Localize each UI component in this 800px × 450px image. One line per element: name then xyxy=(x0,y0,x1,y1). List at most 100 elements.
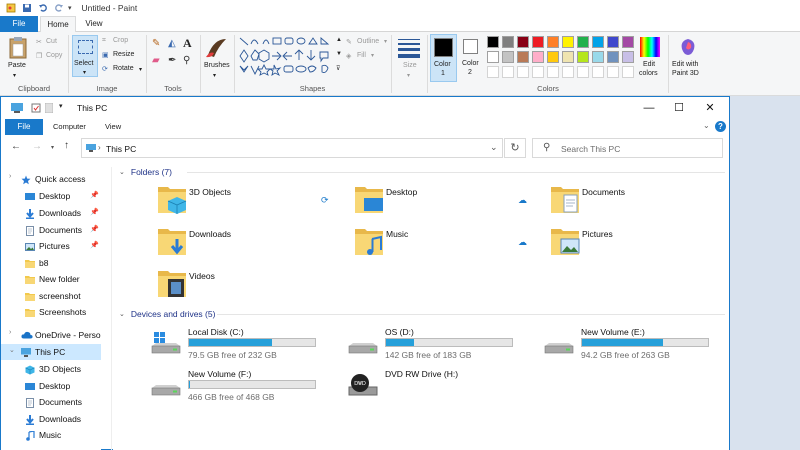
tab-file[interactable]: File xyxy=(5,119,43,135)
color-swatch[interactable] xyxy=(517,36,529,48)
resize-button[interactable]: Resize xyxy=(113,51,134,58)
new-folder-qat-icon[interactable] xyxy=(45,103,53,113)
folder-item[interactable]: Pictures xyxy=(550,225,730,261)
recent-locations-icon[interactable]: ▾ xyxy=(51,144,54,151)
nav-item[interactable]: screenshot xyxy=(1,288,101,304)
nav-item[interactable]: Quick access xyxy=(1,171,101,187)
edit-with-paint3d-button[interactable]: Edit with Paint 3D xyxy=(670,35,704,83)
folder-item[interactable]: Music xyxy=(354,225,534,261)
shapes-more-icon[interactable]: ⊽ xyxy=(336,65,340,72)
select-button[interactable]: Select ▾ xyxy=(72,35,98,77)
folder-item[interactable]: Desktop xyxy=(354,183,534,219)
copy-button[interactable]: Copy xyxy=(46,52,62,59)
undo-icon[interactable] xyxy=(38,3,48,13)
drive-item[interactable]: DVD DVD RW Drive (H:) xyxy=(346,367,536,407)
pencil-icon[interactable]: ✎ xyxy=(152,38,160,49)
expand-chevron-icon[interactable]: › xyxy=(9,329,11,336)
fill-dropdown-icon[interactable]: ▾ xyxy=(371,52,374,59)
paint-tab-home[interactable]: Home xyxy=(40,16,76,32)
outline-button[interactable]: Outline xyxy=(357,38,379,45)
folder-item[interactable]: Videos xyxy=(157,267,337,303)
crop-button[interactable]: Crop xyxy=(113,37,128,44)
size-icon[interactable] xyxy=(398,37,420,59)
color-swatch[interactable] xyxy=(622,51,634,63)
minimize-button[interactable]: — xyxy=(635,99,663,117)
nav-item[interactable]: Screenshots xyxy=(1,304,101,320)
nav-item[interactable]: 3D Objects xyxy=(1,361,101,377)
brushes-dropdown-icon[interactable]: ▾ xyxy=(213,72,216,79)
color-swatch[interactable] xyxy=(592,51,604,63)
custom-color-slot[interactable] xyxy=(622,66,634,78)
size-dropdown-icon[interactable]: ▾ xyxy=(407,72,410,79)
custom-color-slot[interactable] xyxy=(487,66,499,78)
folder-item[interactable]: Documents xyxy=(550,183,730,219)
color-swatch[interactable] xyxy=(502,51,514,63)
tab-computer[interactable]: Computer xyxy=(53,119,86,135)
save-icon[interactable] xyxy=(22,3,32,13)
color-swatch[interactable] xyxy=(517,51,529,63)
shapes-scroll-down-icon[interactable]: ▼ xyxy=(336,51,342,57)
expand-chevron-icon[interactable]: ⌄ xyxy=(9,346,15,354)
nav-item[interactable]: b8 xyxy=(1,255,101,271)
color-swatch[interactable] xyxy=(622,36,634,48)
brushes-button[interactable]: Brushes xyxy=(204,62,230,69)
custom-color-slot[interactable] xyxy=(517,66,529,78)
nav-item[interactable]: Documents 📌 xyxy=(1,222,101,238)
paste-button[interactable]: Paste xyxy=(8,62,26,69)
fill-button[interactable]: Fill xyxy=(357,52,366,59)
nav-item[interactable]: Downloads 📌 xyxy=(1,205,101,221)
up-button[interactable]: ↑ xyxy=(64,140,69,151)
help-icon[interactable]: ? xyxy=(715,121,726,132)
color-swatch[interactable] xyxy=(607,36,619,48)
color-picker-icon[interactable]: ✒ xyxy=(168,55,176,66)
address-dropdown-icon[interactable]: ⌄ xyxy=(490,142,498,153)
redo-icon[interactable] xyxy=(54,3,64,13)
custom-color-slot[interactable] xyxy=(532,66,544,78)
nav-item[interactable]: OneDrive - Person xyxy=(1,327,101,343)
nav-item[interactable]: Desktop xyxy=(1,378,101,394)
nav-item[interactable]: Music xyxy=(1,427,101,443)
tab-view[interactable]: View xyxy=(105,119,121,135)
outline-dropdown-icon[interactable]: ▾ xyxy=(384,38,387,45)
maximize-button[interactable]: ☐ xyxy=(665,99,693,117)
cut-button[interactable]: Cut xyxy=(46,38,57,45)
color-swatch[interactable] xyxy=(487,36,499,48)
color-swatch[interactable] xyxy=(532,51,544,63)
breadcrumb-chevron-icon[interactable]: › xyxy=(98,143,101,152)
folders-section-header[interactable]: ⌄ Folders (7) xyxy=(119,167,172,177)
properties-icon[interactable] xyxy=(31,103,41,113)
custom-color-slot[interactable] xyxy=(547,66,559,78)
folder-item[interactable]: 3D Objects xyxy=(157,183,337,219)
drive-item[interactable]: OS (D:) 142 GB free of 183 GB xyxy=(346,325,536,365)
color-swatch[interactable] xyxy=(562,36,574,48)
color-swatch[interactable] xyxy=(577,51,589,63)
nav-item[interactable]: New folder xyxy=(1,271,101,287)
expand-chevron-icon[interactable]: › xyxy=(9,173,11,180)
eraser-icon[interactable]: ▰ xyxy=(152,55,160,66)
color1-button[interactable]: Color 1 xyxy=(430,34,457,82)
custom-color-slot[interactable] xyxy=(577,66,589,78)
custom-color-slot[interactable] xyxy=(592,66,604,78)
qat-customize-icon[interactable]: ▾ xyxy=(68,4,72,12)
search-input[interactable]: ⚲ Search This PC xyxy=(532,138,723,158)
magnifier-icon[interactable]: ⚲ xyxy=(183,55,190,66)
color-swatch[interactable] xyxy=(562,51,574,63)
expand-ribbon-icon[interactable]: ⌄ xyxy=(703,121,710,130)
paint-tab-file[interactable]: File xyxy=(0,16,38,32)
color-swatch[interactable] xyxy=(607,51,619,63)
text-tool-icon[interactable]: A xyxy=(183,36,192,51)
nav-item[interactable]: Desktop 📌 xyxy=(1,188,101,204)
nav-item[interactable]: Pictures 📌 xyxy=(1,238,101,254)
fill-bucket-icon[interactable]: ◭ xyxy=(168,38,176,49)
custom-color-slot[interactable] xyxy=(607,66,619,78)
custom-color-slot[interactable] xyxy=(502,66,514,78)
color-swatch[interactable] xyxy=(592,36,604,48)
color-swatch[interactable] xyxy=(577,36,589,48)
paint-tab-view[interactable]: View xyxy=(78,16,110,32)
color-swatch[interactable] xyxy=(502,36,514,48)
nav-item[interactable]: This PC xyxy=(1,344,101,360)
brush-icon[interactable] xyxy=(204,35,230,59)
refresh-button[interactable]: ↻ xyxy=(504,138,526,158)
folder-item[interactable]: Downloads xyxy=(157,225,337,261)
forward-button[interactable]: → xyxy=(32,141,42,152)
